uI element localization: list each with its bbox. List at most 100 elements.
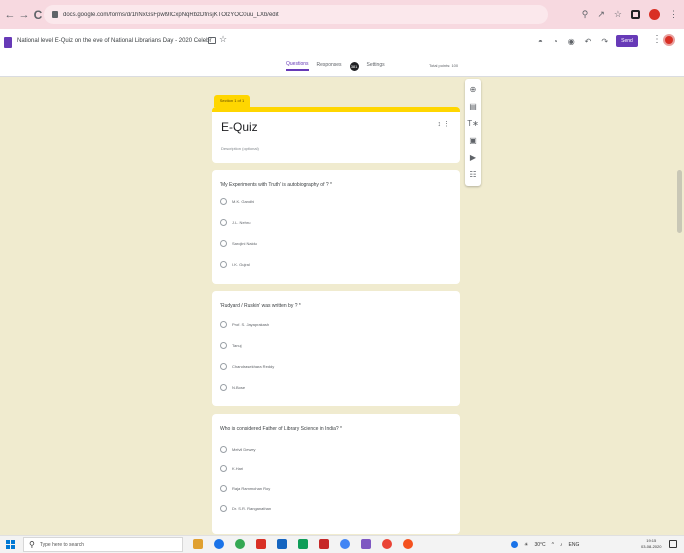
windows-start-icon[interactable]	[6, 540, 15, 549]
question-card[interactable]: Who is considered Father of Library Scie…	[212, 414, 460, 534]
preview-eye-icon[interactable]: ◉	[568, 37, 575, 46]
send-button[interactable]: Send	[616, 35, 638, 47]
chrome-window-icon[interactable]	[382, 539, 392, 549]
move-to-folder-icon[interactable]	[208, 37, 216, 44]
option-label: M.K. Gandhi	[232, 199, 255, 204]
radio-icon[interactable]	[220, 505, 227, 512]
question-text[interactable]: 'Rudyard / Ruskin' was written by ? *	[220, 303, 301, 309]
volume-icon[interactable]: ♪	[560, 542, 563, 548]
option-row[interactable]: I.K. Gujral	[220, 261, 250, 268]
network-app-icon[interactable]	[511, 541, 518, 548]
system-clock[interactable]: 19:15 03-08-2020	[641, 538, 661, 550]
total-points: Total points: 100	[429, 63, 459, 68]
option-row[interactable]: Dr. S.R. Ranganathan	[220, 505, 271, 512]
app-icon[interactable]	[361, 539, 371, 549]
excel-icon[interactable]	[298, 539, 308, 549]
weather-icon[interactable]: ☀	[524, 542, 528, 548]
radio-icon[interactable]	[220, 446, 227, 453]
tab-settings[interactable]: Settings	[367, 62, 385, 70]
add-image-icon[interactable]: ▣	[469, 135, 477, 147]
chevron-up-icon[interactable]: ^	[552, 542, 554, 548]
palette-icon[interactable]: ◔	[553, 37, 558, 46]
form-title-card[interactable]: E-Quiz Description (optional) ↕ ⋮	[212, 107, 460, 163]
question-card[interactable]: 'Rudyard / Ruskin' was written by ? * Pr…	[212, 291, 460, 406]
avatar[interactable]	[663, 34, 675, 46]
option-label: K.Hari	[232, 466, 244, 471]
back-arrow-icon[interactable]: ←	[3, 9, 17, 21]
form-description[interactable]: Description (optional)	[221, 146, 259, 151]
option-row[interactable]: Raja Rammohan Roy	[220, 485, 270, 492]
undo-icon[interactable]: ↶	[585, 37, 592, 46]
option-row[interactable]: M.K. Gandhi	[220, 198, 254, 205]
reload-icon[interactable]: C	[31, 8, 45, 22]
form-builder-toolbar: ⊕ ▤ T∗ ▣ ▶ ☷	[465, 79, 481, 186]
option-label: J.L. Nehru	[232, 220, 251, 225]
edge-icon[interactable]	[214, 539, 224, 549]
tab-responses[interactable]: Responses	[317, 62, 342, 70]
addons-icon[interactable]: ◓	[538, 37, 543, 46]
option-row[interactable]: Tanuj	[220, 342, 242, 349]
option-row[interactable]: K.Hari	[220, 465, 243, 472]
file-explorer-icon[interactable]	[193, 539, 203, 549]
system-tray: ☀ 30°C ^ ♪ ENG	[511, 541, 579, 548]
radio-icon[interactable]	[220, 198, 227, 205]
search-icon[interactable]: ⚲	[582, 8, 589, 20]
redo-icon[interactable]: ↷	[601, 37, 608, 46]
taskbar-search-input[interactable]: ⚲ Type here to search	[23, 537, 183, 552]
add-question-icon[interactable]: ⊕	[470, 84, 477, 96]
forward-arrow-icon[interactable]: →	[17, 9, 31, 21]
radio-icon[interactable]	[220, 465, 227, 472]
radio-icon[interactable]	[220, 321, 227, 328]
question-text[interactable]: 'My Experiments with Truth' is autobiogr…	[220, 182, 332, 188]
browser-toolbar: ← → C docs.google.com/forms/d/1hNxGsFpwl…	[0, 0, 684, 29]
weather-text[interactable]: 30°C	[534, 542, 545, 548]
chrome-profile-icon[interactable]	[340, 539, 350, 549]
option-row[interactable]: Prof. S. Jayaprakash	[220, 321, 269, 328]
extension-icon[interactable]	[631, 9, 640, 19]
add-section-icon[interactable]: ☷	[469, 169, 476, 181]
question-text[interactable]: Who is considered Father of Library Scie…	[220, 426, 342, 432]
share-icon[interactable]: ↗	[597, 8, 605, 20]
option-row[interactable]: J.L. Nehru	[220, 219, 250, 226]
notification-icon[interactable]	[669, 540, 677, 548]
document-title[interactable]: National level E-Quiz on the eve of Nati…	[17, 38, 211, 44]
bookmark-star-icon[interactable]: ☆	[614, 8, 622, 20]
question-card[interactable]: 'My Experiments with Truth' is autobiogr…	[212, 170, 460, 284]
option-row[interactable]: Chandrasekhara Reddy	[220, 363, 274, 370]
forms-logo-icon[interactable]	[4, 37, 12, 48]
url-text: docs.google.com/forms/d/1hNxGsFpwl9ICxpN…	[63, 11, 279, 18]
address-bar[interactable]: docs.google.com/forms/d/1hNxGsFpwl9ICxpN…	[44, 5, 548, 24]
section-more-icon[interactable]: ↕ ⋮	[438, 120, 450, 128]
add-video-icon[interactable]: ▶	[470, 152, 476, 164]
browser-menu-icon[interactable]: ⋮	[669, 8, 678, 20]
import-questions-icon[interactable]: ▤	[469, 101, 477, 113]
office-icon[interactable]	[256, 539, 266, 549]
radio-icon[interactable]	[220, 342, 227, 349]
radio-icon[interactable]	[220, 240, 227, 247]
browser-app-icon[interactable]	[403, 539, 413, 549]
section-tag: Section 1 of 1	[214, 95, 250, 107]
option-row[interactable]: Sarojini Naidu	[220, 240, 257, 247]
radio-icon[interactable]	[220, 261, 227, 268]
language-indicator[interactable]: ENG	[569, 542, 580, 548]
star-icon[interactable]: ☆	[219, 34, 227, 45]
page-scrollbar[interactable]	[677, 170, 682, 233]
acrobat-icon[interactable]	[319, 539, 329, 549]
profile-icon[interactable]	[649, 8, 660, 20]
add-title-icon[interactable]: T∗	[467, 118, 479, 130]
form-title[interactable]: E-Quiz	[221, 120, 258, 134]
word-icon[interactable]	[277, 539, 287, 549]
radio-icon[interactable]	[220, 363, 227, 370]
windows-taskbar: ⚲ Type here to search ☀ 30°C ^ ♪ ENG 19:…	[0, 535, 684, 553]
tab-questions[interactable]: Questions	[286, 61, 309, 71]
lock-icon	[52, 11, 58, 18]
more-options-icon[interactable]: ⋮	[652, 34, 662, 45]
radio-icon[interactable]	[220, 485, 227, 492]
option-row[interactable]: N.Bose	[220, 384, 245, 391]
radio-icon[interactable]	[220, 384, 227, 391]
option-label: Chandrasekhara Reddy	[232, 364, 275, 369]
chrome-icon[interactable]	[235, 539, 245, 549]
radio-icon[interactable]	[220, 219, 227, 226]
browser-extension-icons: ⚲ ↗ ☆ ⋮	[582, 8, 678, 20]
option-row[interactable]: Melvil Dewey	[220, 446, 256, 453]
